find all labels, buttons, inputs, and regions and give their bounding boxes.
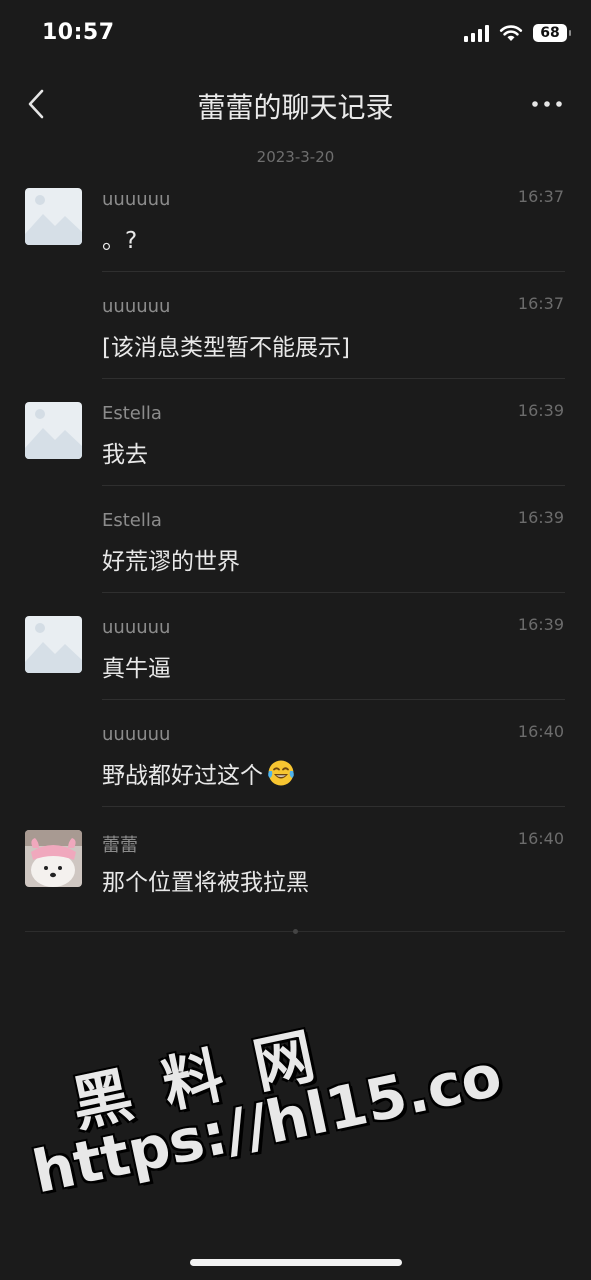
message-item[interactable]: uuuuuu 16:37 。? (0, 165, 591, 272)
message-time: 16:39 (517, 401, 564, 420)
status-time: 10:57 (42, 20, 115, 45)
message-item[interactable]: Estella 16:39 我去 (0, 379, 591, 486)
watermark-url: https://hl15.co (26, 1040, 508, 1207)
message-item[interactable]: Estella 16:39 好荒谬的世界 (0, 486, 591, 593)
message-text: 真牛逼 (102, 656, 171, 682)
message-text: 我去 (102, 442, 148, 468)
message-list: uuuuuu 16:37 。? uuuuuu 16:37 [该消息类型暂不能展示… (0, 165, 591, 914)
sender-name: Estella (102, 403, 162, 424)
message-text: 。? (102, 228, 138, 254)
sender-name: Estella (102, 510, 162, 531)
sender-name: 蕾蕾 (102, 835, 138, 856)
message-time: 16:40 (517, 829, 564, 848)
message-time: 16:37 (517, 294, 564, 313)
message-time: 16:39 (517, 508, 564, 527)
message-item[interactable]: uuuuuu 16:37 [该消息类型暂不能展示] (0, 272, 591, 379)
avatar-dog-photo[interactable] (25, 830, 82, 887)
message-item[interactable]: uuuuuu 16:40 野战都好过这个 (0, 700, 591, 807)
wifi-icon (499, 25, 523, 41)
avatar-placeholder-icon[interactable] (25, 402, 82, 459)
status-bar: 10:57 68 (0, 0, 591, 72)
battery-level: 68 (540, 25, 560, 41)
sender-name: uuuuuu (102, 617, 171, 638)
tears-of-joy-emoji-icon (268, 760, 294, 786)
message-text-with-emoji: 野战都好过这个 (102, 756, 295, 790)
message-text: 那个位置将被我拉黑 (102, 870, 309, 896)
message-item[interactable]: uuuuuu 16:39 真牛逼 (0, 593, 591, 700)
watermark: 黑 料 网 https://hl15.co (0, 927, 591, 1246)
message-text: [该消息类型暂不能展示] (102, 335, 350, 361)
avatar-placeholder-icon[interactable] (25, 616, 82, 673)
nav-bar: 蕾蕾的聊天记录 (0, 72, 591, 136)
date-separator: 2023-3-20 (256, 148, 335, 166)
more-options-button[interactable] (529, 90, 565, 118)
message-time: 16:37 (517, 187, 564, 206)
message-time: 16:40 (517, 722, 564, 741)
end-of-list-dot (293, 929, 298, 934)
message-text: 好荒谬的世界 (102, 549, 240, 575)
cellular-signal-icon (464, 24, 489, 42)
page-title: 蕾蕾的聊天记录 (197, 91, 394, 124)
message-item[interactable]: 蕾蕾 16:40 那个位置将被我拉黑 (0, 807, 591, 914)
sender-name: uuuuuu (102, 724, 171, 745)
battery-indicator: 68 (533, 24, 571, 42)
more-dots-icon (532, 101, 562, 107)
home-indicator[interactable] (190, 1259, 402, 1266)
message-time: 16:39 (517, 615, 564, 634)
status-icons: 68 (464, 24, 571, 42)
sender-name: uuuuuu (102, 296, 171, 317)
avatar-placeholder-icon[interactable] (25, 188, 82, 245)
watermark-title: 黑 料 网 (65, 1020, 327, 1141)
message-text: 野战都好过这个 (102, 763, 263, 789)
sender-name: uuuuuu (102, 189, 171, 210)
